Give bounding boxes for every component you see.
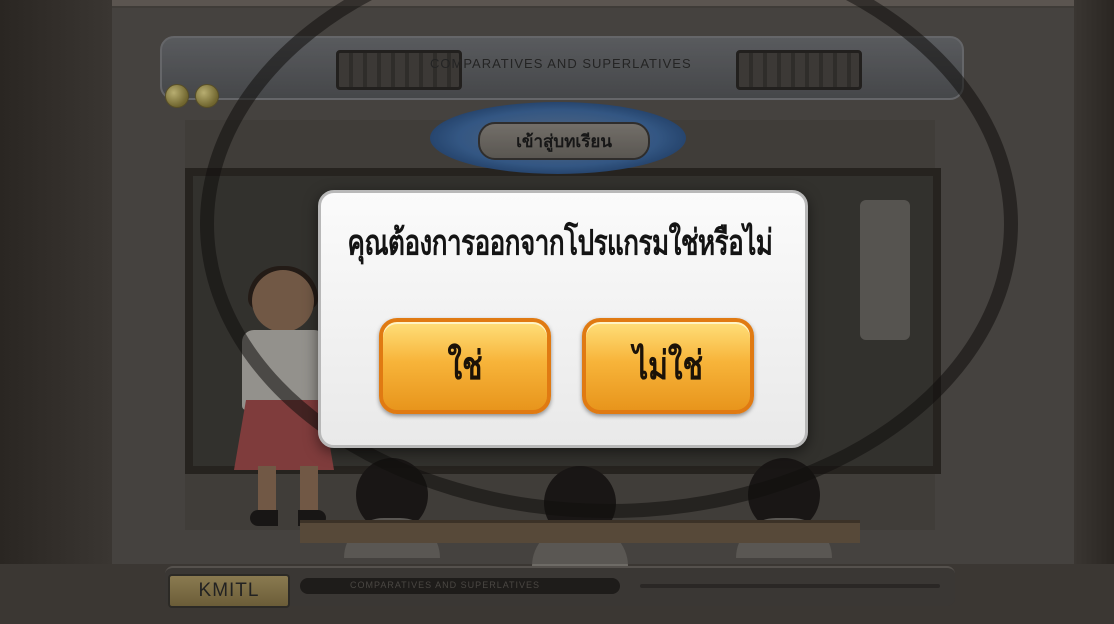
left-margin: [0, 0, 112, 624]
status-line: [640, 584, 940, 588]
no-button[interactable]: ไม่ใช่: [582, 318, 754, 414]
yes-button[interactable]: ใช่: [379, 318, 551, 414]
yes-button-label: ใช่: [447, 343, 483, 389]
no-button-label: ไม่ใช่: [633, 343, 703, 389]
dialog-question: คุณต้องการออกจากโปรแกรมใช่หรือไม่: [347, 223, 773, 264]
right-margin: [1074, 0, 1114, 624]
kmitl-badge: KMITL: [168, 574, 290, 608]
status-text: COMPARATIVES AND SUPERLATIVES: [350, 580, 541, 590]
